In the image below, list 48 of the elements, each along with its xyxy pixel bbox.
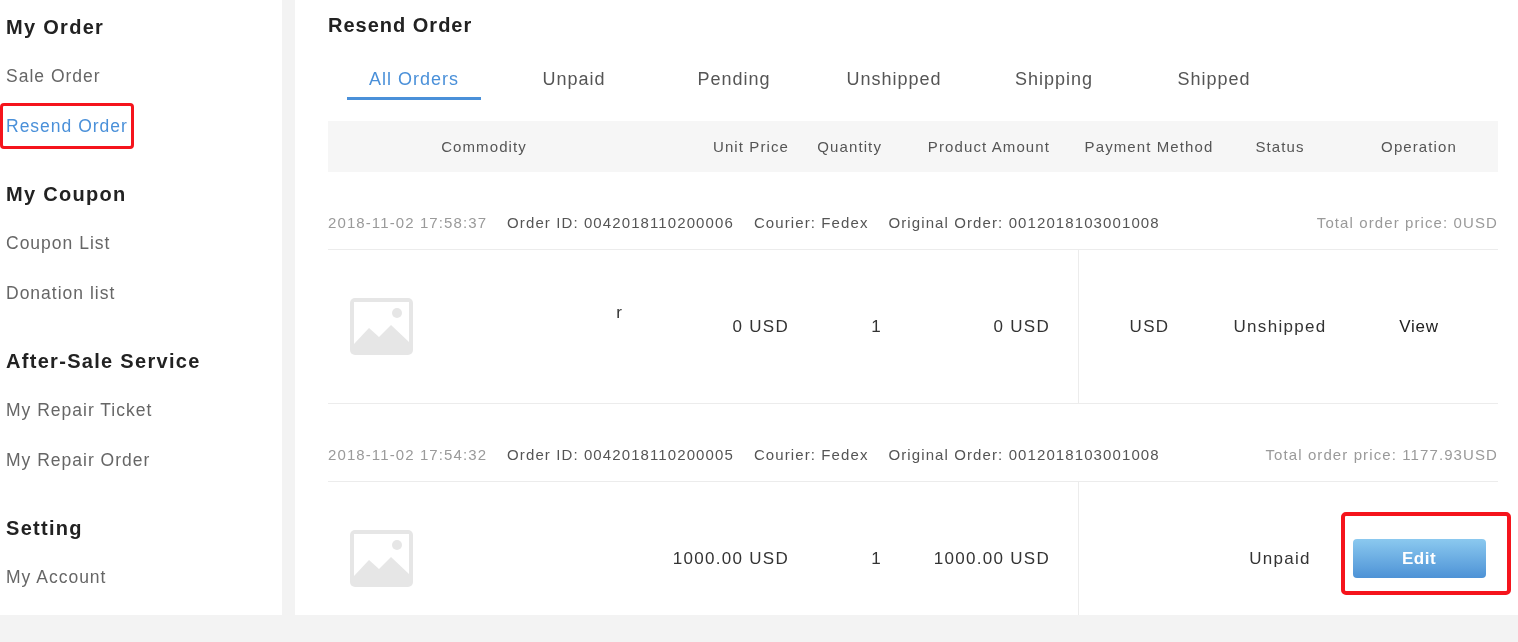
sidebar-item[interactable]: Sale Order bbox=[6, 66, 101, 87]
quantity: 1 bbox=[871, 316, 882, 337]
original-order-number: Original Order: 0012018103001008 bbox=[888, 213, 1160, 233]
order-id: Order ID: 0042018110200005 bbox=[507, 445, 734, 465]
section-heading: My Coupon bbox=[6, 182, 127, 206]
order-total: Total order price: 0USD bbox=[1316, 213, 1498, 233]
tab[interactable]: Shipped bbox=[1134, 60, 1294, 100]
sidebar-item[interactable]: Donation list bbox=[6, 282, 116, 303]
column-header: Operation bbox=[1381, 138, 1457, 155]
tab[interactable]: Unpaid bbox=[494, 60, 654, 100]
original-order-number: Original Order: 0012018103001008 bbox=[888, 445, 1160, 465]
order-status: Unshipped bbox=[1233, 316, 1327, 337]
sidebar-item[interactable]: Coupon List bbox=[6, 233, 111, 254]
order-id: Order ID: 0042018110200006 bbox=[507, 213, 734, 233]
payment-method: USD bbox=[1129, 316, 1170, 337]
product-amount: 0 USD bbox=[993, 316, 1050, 337]
view-link[interactable]: View bbox=[1399, 316, 1439, 336]
order-total: Total order price: 1177.93USD bbox=[1265, 445, 1498, 465]
section-heading: Setting bbox=[6, 516, 83, 540]
image-placeholder-icon bbox=[350, 298, 413, 355]
sidebar-item[interactable]: My Account bbox=[6, 567, 107, 588]
section-heading: My Order bbox=[6, 15, 105, 39]
tab[interactable]: Shipping bbox=[974, 60, 1134, 100]
quantity: 1 bbox=[871, 548, 882, 569]
product-name: r bbox=[616, 302, 622, 322]
unit-price: 1000.00 USD bbox=[672, 548, 789, 569]
order-date: 2018-11-02 17:54:32 bbox=[328, 445, 488, 465]
tab[interactable]: All Orders bbox=[334, 60, 494, 100]
image-placeholder-icon bbox=[350, 530, 413, 587]
order-date: 2018-11-02 17:58:37 bbox=[328, 213, 488, 233]
sidebar-item[interactable]: My Repair Ticket bbox=[6, 400, 153, 421]
tab[interactable]: Pending bbox=[654, 60, 814, 100]
column-header: Payment Method bbox=[1084, 138, 1214, 155]
unit-price: 0 USD bbox=[732, 316, 789, 337]
order-status: Unpaid bbox=[1249, 548, 1311, 569]
section-heading: After-Sale Service bbox=[6, 349, 201, 373]
sidebar-item[interactable]: Resend Order bbox=[6, 115, 128, 136]
column-header: Quantity bbox=[817, 138, 882, 155]
product-amount: 1000.00 USD bbox=[933, 548, 1050, 569]
column-header: Product Amount bbox=[927, 138, 1050, 155]
courier: Courier: Fedex bbox=[753, 445, 869, 465]
tab[interactable]: Unshipped bbox=[814, 60, 974, 100]
sidebar-item[interactable]: My Repair Order bbox=[6, 449, 151, 470]
page-title: Resend Order bbox=[328, 14, 473, 36]
courier: Courier: Fedex bbox=[753, 213, 869, 233]
column-header: Unit Price bbox=[712, 138, 789, 155]
column-header: Commodity bbox=[441, 138, 527, 155]
column-header: Status bbox=[1255, 138, 1305, 155]
